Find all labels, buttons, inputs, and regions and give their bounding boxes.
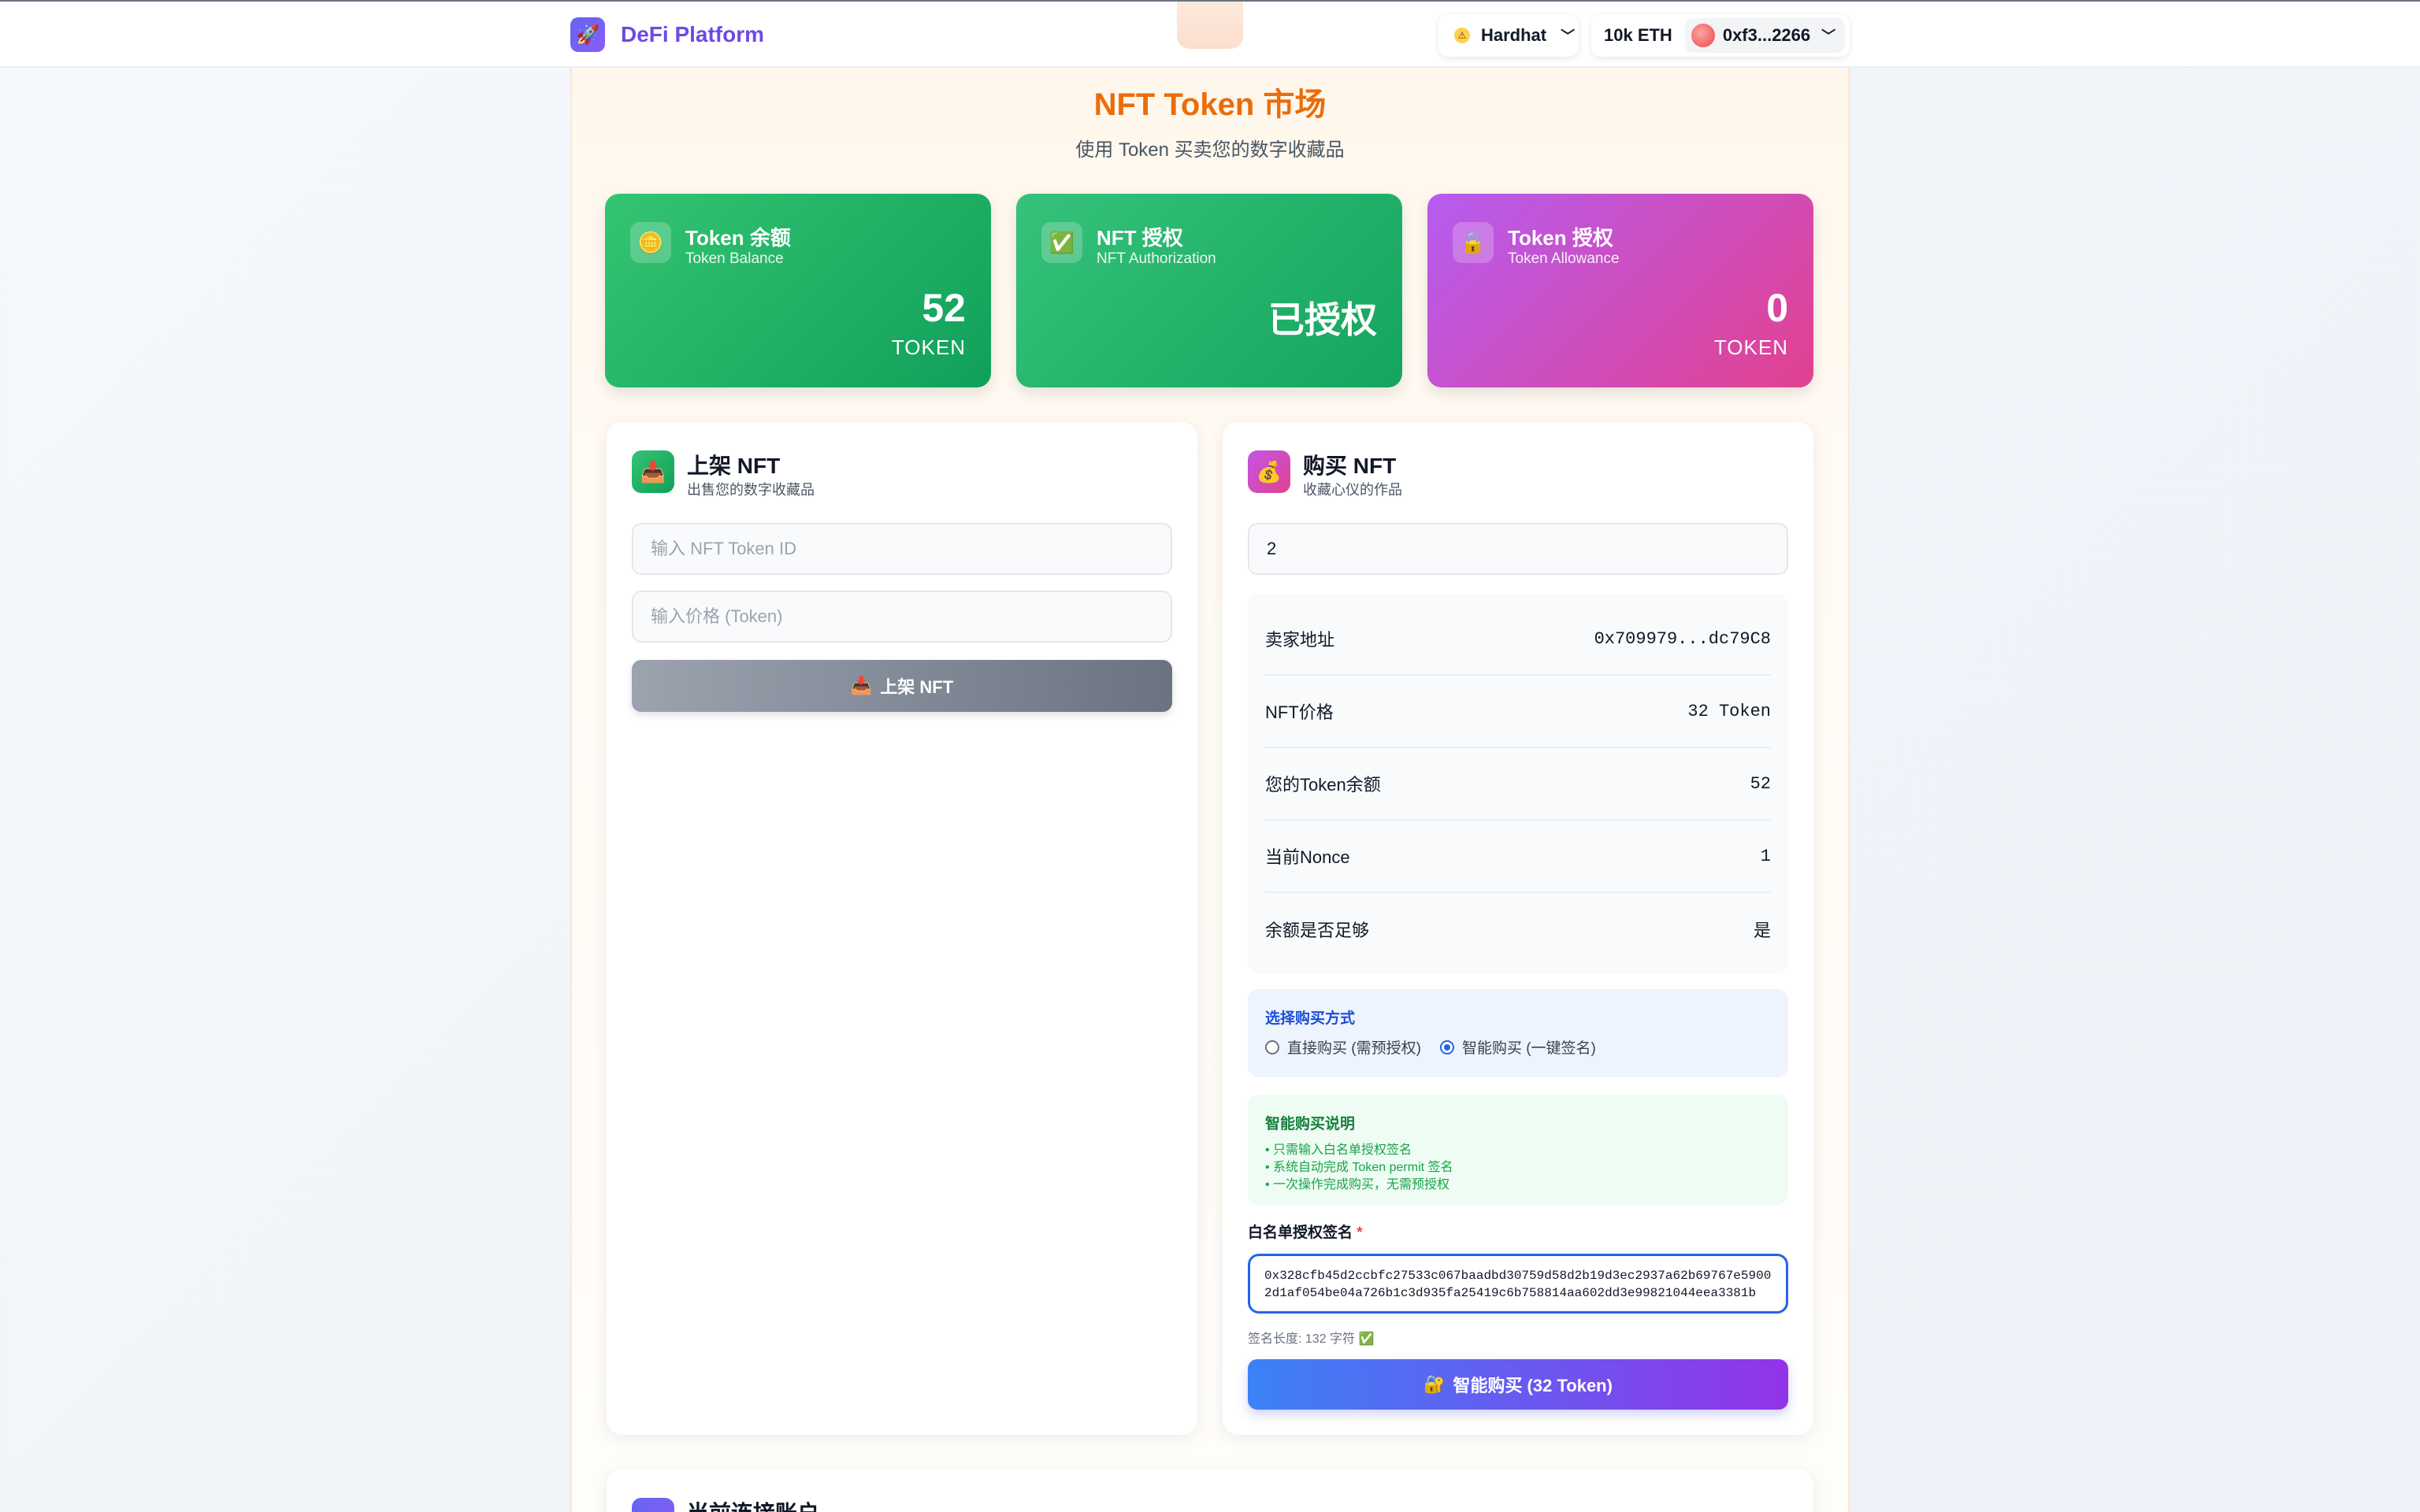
list-item: • 只需输入白名单授权签名	[1265, 1143, 1412, 1157]
account-chip[interactable]: 0xf3...2266 ﹀	[1684, 18, 1846, 53]
panel-subtitle: 出售您的数字收藏品	[687, 482, 815, 498]
account-button[interactable]: 10k ETH 0xf3...2266 ﹀	[1591, 14, 1850, 57]
nft-authorization-value: 已授权	[1268, 299, 1377, 340]
radio-button[interactable]	[1265, 1040, 1279, 1054]
smart-buy-button[interactable]: 🔐 智能购买 (32 Token)	[1248, 1359, 1788, 1410]
card-unit: TOKEN	[1713, 335, 1788, 359]
nav-decoration	[1177, 2, 1243, 49]
smart-buy-info-box: 智能购买说明 • 只需输入白名单授权签名 • 系统自动完成 Token perm…	[1248, 1095, 1788, 1205]
smart-buy-button-label: 智能购买 (32 Token)	[1453, 1376, 1613, 1395]
radio-button[interactable]	[1439, 1040, 1454, 1054]
info-label: NFT价格	[1265, 702, 1334, 722]
account-address: 0xf3...2266	[1722, 25, 1811, 45]
info-row-nonce: 当前Nonce 1	[1265, 821, 1771, 893]
brand[interactable]: 🚀 DeFi Platform	[570, 17, 764, 52]
panel-title: 当前连接账户	[687, 1496, 819, 1512]
brand-name: DeFi Platform	[621, 22, 765, 46]
avatar	[1691, 24, 1715, 47]
token-balance-card: 🪙 Token 余额 Token Balance 52 TOKEN	[605, 194, 991, 387]
eth-balance: 10k ETH	[1604, 25, 1672, 45]
signature-textarea[interactable]: 0x328cfb45d2ccbfc27533c067baadbd30759d58…	[1248, 1254, 1788, 1314]
smart-title: 智能购买说明	[1265, 1116, 1356, 1132]
smart-list: • 只需输入白名单授权签名 • 系统自动完成 Token permit 签名 •…	[1265, 1142, 1453, 1194]
info-value: 1	[1760, 846, 1771, 866]
info-value: 是	[1753, 922, 1771, 942]
buy-nft-panel: 💰 购买 NFT 收藏心仪的作品 卖家地址 0x709979...dc79C8 …	[1223, 422, 1813, 1435]
token-balance-value: 52	[922, 286, 966, 330]
buy-token-id-input[interactable]	[1248, 523, 1788, 575]
network-name: Hardhat	[1481, 25, 1547, 45]
signature-label-text: 白名单授权签名	[1248, 1225, 1353, 1241]
panel-title: 上架 NFT	[687, 454, 781, 478]
signature-length-text: 签名长度: 132 字符 ✅	[1248, 1332, 1375, 1346]
panel-subtitle: 收藏心仪的作品	[1303, 482, 1402, 498]
list-item: • 系统自动完成 Token permit 签名	[1265, 1161, 1453, 1174]
info-row-seller: 卖家地址 0x709979...dc79C8	[1265, 603, 1771, 676]
chevron-down-icon: ﹀	[1821, 28, 1836, 44]
rocket-icon: 🚀	[570, 17, 605, 52]
user-icon	[632, 1498, 674, 1512]
page-title: NFT Token 市场	[1093, 87, 1327, 122]
radio-label: 直接购买 (需预授权)	[1287, 1040, 1421, 1057]
inbox-icon: 📥	[632, 450, 674, 493]
card-subtitle: Token Allowance	[1508, 250, 1620, 267]
page-subtitle: 使用 Token 买卖您的数字收藏品	[1075, 139, 1345, 161]
method-title: 选择购买方式	[1265, 1010, 1356, 1027]
price-input[interactable]	[632, 591, 1172, 643]
card-subtitle: NFT Authorization	[1097, 250, 1216, 267]
lock-icon: 🔒	[1453, 222, 1494, 263]
key-lock-icon: 🔐	[1423, 1374, 1446, 1394]
current-account-panel: 当前连接账户	[607, 1469, 1813, 1512]
radio-label: 智能购买 (一键签名)	[1461, 1040, 1596, 1057]
required-mark: *	[1357, 1225, 1363, 1241]
token-allowance-value: 0	[1766, 286, 1788, 330]
card-title: NFT 授权	[1097, 226, 1183, 250]
method-options: 直接购买 (需预授权) 智能购买 (一键签名)	[1265, 1036, 1596, 1058]
list-item: • 一次操作完成购买，无需预授权	[1265, 1178, 1450, 1191]
top-nav-bar: 🚀 DeFi Platform ⚠ Hardhat ﹀ 10k ETH 0xf3…	[0, 0, 2420, 68]
signature-label: 白名单授权签名 *	[1248, 1221, 1363, 1242]
radio-direct-buy[interactable]: 直接购买 (需预授权)	[1265, 1036, 1421, 1058]
token-allowance-card: 🔒 Token 授权 Token Allowance 0 TOKEN	[1427, 194, 1813, 387]
listing-info-box: 卖家地址 0x709979...dc79C8 NFT价格 32 Token 您的…	[1248, 594, 1788, 973]
card-title: Token 余额	[685, 226, 791, 250]
chevron-down-icon: ﹀	[1561, 28, 1576, 44]
info-label: 您的Token余额	[1265, 775, 1381, 795]
info-label: 余额是否足够	[1265, 921, 1370, 940]
hardhat-icon: ⚠	[1454, 28, 1470, 43]
card-subtitle: Token Balance	[685, 250, 784, 267]
money-bag-icon: 💰	[1248, 450, 1290, 493]
panel-title: 购买 NFT	[1303, 454, 1397, 478]
info-row-sufficient: 余额是否足够 是	[1265, 893, 1771, 965]
card-title: Token 授权	[1508, 226, 1613, 250]
coin-icon: 🪙	[630, 222, 671, 263]
nft-token-id-input[interactable]	[632, 523, 1172, 575]
info-row-balance: 您的Token余额 52	[1265, 748, 1771, 821]
card-unit: TOKEN	[891, 335, 966, 359]
nft-authorization-card: ✅ NFT 授权 NFT Authorization 已授权	[1016, 194, 1402, 387]
info-value: 0x709979...dc79C8	[1594, 628, 1771, 649]
purchase-method-box: 选择购买方式 直接购买 (需预授权) 智能购买 (一键签名)	[1248, 989, 1788, 1077]
list-nft-button-label: 上架 NFT	[880, 677, 954, 697]
info-value: 52	[1750, 773, 1771, 794]
info-value: 32 Token	[1687, 701, 1771, 721]
info-label: 当前Nonce	[1265, 847, 1350, 867]
radio-smart-buy[interactable]: 智能购买 (一键签名)	[1439, 1036, 1596, 1058]
info-row-price: NFT价格 32 Token	[1265, 676, 1771, 748]
info-label: 卖家地址	[1265, 630, 1335, 650]
network-selector-button[interactable]: ⚠ Hardhat ﹀	[1438, 14, 1579, 57]
check-icon: ✅	[1041, 222, 1082, 263]
list-nft-button[interactable]: 📥 上架 NFT	[632, 660, 1172, 712]
inbox-icon: 📥	[850, 676, 873, 695]
list-nft-panel: 📥 上架 NFT 出售您的数字收藏品 📥 上架 NFT	[607, 422, 1197, 1435]
